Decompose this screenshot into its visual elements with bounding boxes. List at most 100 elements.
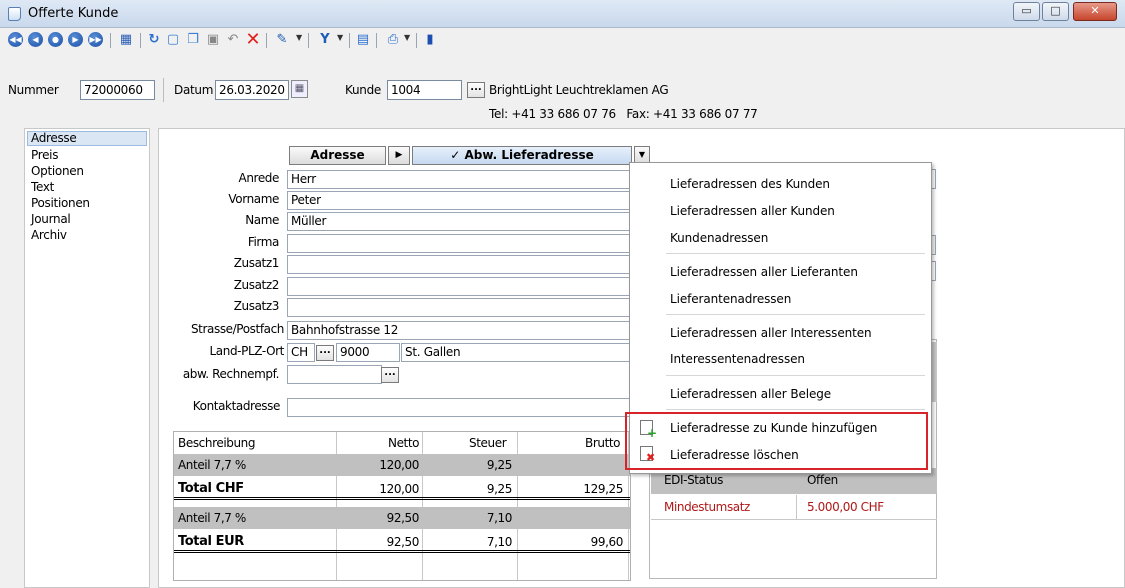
row-brutto: 129,25 <box>583 482 623 496</box>
name-label: Name <box>245 213 279 227</box>
sidebar-item-positionen[interactable]: Positionen <box>31 196 90 210</box>
customer-contact: Tel: +41 33 686 07 76 Fax: +41 33 686 07… <box>489 107 758 121</box>
menu-item-lieferadressen-aller-belege[interactable]: Lieferadressen aller Belege <box>670 387 831 401</box>
tab-switch-arrow-icon[interactable]: ▶ <box>388 146 410 165</box>
toolbar-separator <box>376 33 377 48</box>
menu-item-lieferadressen-aller-interessenten[interactable]: Lieferadressen aller Interessenten <box>670 326 872 340</box>
menu-item-kundenadressen[interactable]: Kundenadressen <box>670 231 768 245</box>
row-desc: Total CHF <box>178 481 244 496</box>
datum-label: Datum <box>174 83 214 97</box>
kunde-lookup-button[interactable]: ... <box>467 82 485 98</box>
calendar-icon[interactable]: ▦ <box>117 31 135 49</box>
zusatz2-field[interactable] <box>287 277 632 296</box>
zusatz3-field[interactable] <box>287 298 632 317</box>
filter-icon[interactable]: Y <box>316 31 334 49</box>
toolbar: ◀◀ ◀ ● ▶ ▶▶ ▦ ↻ ▢ ❐ ▣ ↶ ✕ ✎ ▼ Y ▼ ▤ ⎙ ▼ … <box>0 28 1125 50</box>
menu-item-lieferadressen-aller-lieferanten[interactable]: Lieferadressen aller Lieferanten <box>670 265 858 279</box>
sidebar-item-text[interactable]: Text <box>31 180 54 194</box>
exit-icon[interactable]: ▮ <box>421 31 439 49</box>
previous-record-icon[interactable]: ◀ <box>28 32 43 47</box>
rechnempf-field[interactable] <box>287 365 382 384</box>
highlight-annotation <box>625 412 928 470</box>
sidebar-item-journal[interactable]: Journal <box>31 212 71 226</box>
filter-dropdown-icon[interactable]: ▼ <box>337 33 343 42</box>
land-lookup-button[interactable]: ... <box>316 345 334 361</box>
row-netto: 120,00 <box>379 482 419 496</box>
firma-field[interactable] <box>287 234 632 253</box>
vorname-field[interactable]: Peter <box>287 191 632 210</box>
print-icon[interactable]: ⎙ <box>384 31 402 49</box>
row-desc: Anteil 7,7 % <box>178 458 246 472</box>
tab-abw-lieferadresse[interactable]: ✓ Abw. Lieferadresse <box>412 146 632 165</box>
toolbar-separator <box>110 33 111 48</box>
end-record-icon[interactable]: ▶▶ <box>88 32 103 47</box>
first-record-icon[interactable]: ◀◀ <box>8 32 23 47</box>
kunde-field[interactable]: 1004 <box>387 80 462 100</box>
customer-name: BrightLight Leuchtreklamen AG <box>489 83 669 97</box>
section-sidebar: Adresse Preis Optionen Text Positionen J… <box>24 128 150 588</box>
last-record-icon[interactable]: ▶ <box>68 32 83 47</box>
strasse-field[interactable]: Bahnhofstrasse 12 <box>287 321 632 340</box>
print-dropdown-icon[interactable]: ▼ <box>404 33 410 42</box>
window-icon <box>8 7 21 21</box>
row-steuer: 7,10 <box>486 511 513 525</box>
row-desc: Total EUR <box>178 534 244 549</box>
menu-item-lieferadressen-des-kunden[interactable]: Lieferadressen des Kunden <box>670 177 830 191</box>
anrede-field[interactable]: Herr <box>287 170 632 189</box>
zusatz1-field[interactable] <box>287 255 632 274</box>
print-preview-icon[interactable]: ▤ <box>354 31 372 49</box>
ort-field[interactable]: St. Gallen <box>401 343 632 362</box>
nummer-field[interactable]: 72000060 <box>80 80 155 100</box>
save-icon[interactable]: ▣ <box>204 31 222 49</box>
anrede-label: Anrede <box>238 171 280 185</box>
calendar-picker-icon[interactable]: ▦ <box>291 80 308 98</box>
menu-separator <box>666 409 925 410</box>
menu-item-interessentenadressen[interactable]: Interessentenadressen <box>670 352 805 366</box>
tool-dropdown-icon[interactable]: ▼ <box>296 33 302 42</box>
toolbar-separator <box>349 33 350 48</box>
tool-icon[interactable]: ✎ <box>273 31 291 49</box>
strasse-label: Strasse/Postfach <box>190 322 284 336</box>
rechnempf-label: abw. Rechnempf. <box>182 367 280 381</box>
land-field[interactable]: CH <box>287 343 315 362</box>
plz-field[interactable]: 9000 <box>336 343 400 362</box>
name-field[interactable]: Müller <box>287 212 632 231</box>
sidebar-item-adresse[interactable]: Adresse <box>31 131 77 145</box>
maximize-button[interactable]: □ <box>1042 2 1069 21</box>
rechnempf-lookup-button[interactable]: ... <box>381 367 399 383</box>
menu-separator <box>666 375 925 376</box>
tab-adresse[interactable]: Adresse <box>289 146 386 165</box>
totals-header-beschreibung: Beschreibung <box>178 436 256 450</box>
sidebar-item-archiv[interactable]: Archiv <box>31 228 67 242</box>
land-plz-ort-label: Land-PLZ-Ort <box>209 344 285 358</box>
sidebar-item-optionen[interactable]: Optionen <box>31 164 84 178</box>
nummer-label: Nummer <box>8 83 59 97</box>
row-brutto: 99,60 <box>590 535 624 549</box>
minimize-button[interactable]: ▭ <box>1013 2 1040 21</box>
title-bar: Offerte Kunde ▭ □ ✕ <box>0 0 1125 28</box>
row-steuer: 9,25 <box>486 458 513 472</box>
firma-label: Firma <box>247 235 280 249</box>
delete-icon[interactable]: ✕ <box>244 31 262 49</box>
menu-item-lieferantenadressen[interactable]: Lieferantenadressen <box>670 292 791 306</box>
totals-header-netto: Netto <box>388 436 420 450</box>
refresh-icon[interactable]: ↻ <box>145 31 163 49</box>
zusatz2-label: Zusatz2 <box>233 278 280 292</box>
sidebar-item-preis[interactable]: Preis <box>31 148 58 162</box>
close-button[interactable]: ✕ <box>1073 2 1117 21</box>
column-divider <box>796 495 797 520</box>
next-record-icon[interactable]: ● <box>48 32 63 47</box>
new-document-icon[interactable]: ▢ <box>164 31 182 49</box>
kunde-label: Kunde <box>345 83 381 97</box>
totals-header-steuer: Steuer <box>469 436 507 450</box>
zusatz3-label: Zusatz3 <box>233 299 280 313</box>
toolbar-separator <box>308 33 309 48</box>
undo-icon[interactable]: ↶ <box>224 31 242 49</box>
row-netto: 120,00 <box>379 458 419 472</box>
window-title: Offerte Kunde <box>28 6 119 21</box>
menu-item-lieferadressen-aller-kunden[interactable]: Lieferadressen aller Kunden <box>670 204 835 218</box>
kontaktadresse-field[interactable] <box>287 398 632 417</box>
copy-document-icon[interactable]: ❐ <box>184 31 202 49</box>
vorname-label: Vorname <box>228 192 279 206</box>
datum-field[interactable]: 26.03.2020 <box>215 80 289 100</box>
